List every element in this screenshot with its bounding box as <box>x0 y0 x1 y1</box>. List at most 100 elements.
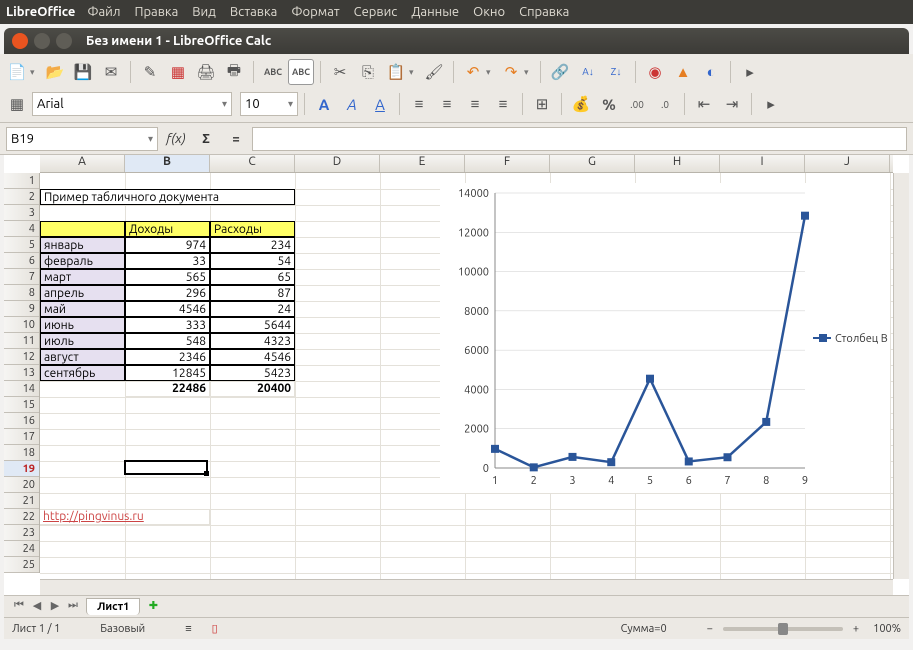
function-wizard-button[interactable]: f(x) <box>164 127 188 151</box>
status-style: Базовый <box>100 623 145 635</box>
navigator-button[interactable]: ▲ <box>670 59 696 85</box>
menu-view[interactable]: Вид <box>192 5 216 19</box>
menu-tools[interactable]: Сервис <box>354 5 398 19</box>
zoom-in-button[interactable]: + <box>853 623 859 635</box>
sort-asc-button[interactable]: A↓ <box>575 59 601 85</box>
format-paintbrush-button[interactable]: 🖌 <box>421 59 447 85</box>
print-preview-button[interactable]: 🖶 <box>221 59 247 85</box>
svg-text:8000: 8000 <box>464 306 489 318</box>
new-doc-button[interactable]: 📄 <box>4 59 30 85</box>
horizontal-scrollbar[interactable] <box>40 579 893 595</box>
indent-inc-button[interactable]: ⇥ <box>719 91 745 117</box>
zoom-value[interactable]: 100% <box>873 623 901 635</box>
indent-dec-button[interactable]: ⇤ <box>691 91 717 117</box>
svg-text:9: 9 <box>802 475 808 487</box>
cell-cursor <box>124 460 208 475</box>
percent-button[interactable]: % <box>596 91 622 117</box>
vertical-scrollbar[interactable] <box>893 173 909 579</box>
edit-button[interactable]: ✎ <box>137 59 163 85</box>
close-window-button[interactable] <box>12 33 28 49</box>
decimal-add-button[interactable]: .00 <box>624 91 650 117</box>
minimize-window-button[interactable] <box>34 33 50 49</box>
tab-last-button[interactable]: ⏭ <box>64 599 82 615</box>
undo-button[interactable]: ↶ <box>460 59 486 85</box>
svg-text:8: 8 <box>763 475 769 487</box>
svg-text:7: 7 <box>724 475 730 487</box>
print-button[interactable]: 🖨 <box>193 59 219 85</box>
tab-first-button[interactable]: ⏮ <box>10 599 28 615</box>
paste-button[interactable]: 📋 <box>383 59 409 85</box>
spellcheck-button[interactable]: ABC <box>260 59 286 85</box>
zoom-out-button[interactable]: − <box>707 623 713 635</box>
gallery-button[interactable]: ◐ <box>698 59 724 85</box>
currency-button[interactable]: 💰 <box>568 91 594 117</box>
open-button[interactable]: 📂 <box>42 59 68 85</box>
svg-text:2: 2 <box>531 475 537 487</box>
tab-prev-button[interactable]: ◀ <box>28 599 46 615</box>
menu-edit[interactable]: Правка <box>134 5 178 19</box>
svg-text:1: 1 <box>492 475 498 487</box>
svg-text:Столбец B: Столбец B <box>835 333 888 345</box>
hyperlink-button[interactable]: 🔗 <box>547 59 573 85</box>
menu-insert[interactable]: Вставка <box>230 5 277 19</box>
decimal-remove-button[interactable]: .0 <box>652 91 678 117</box>
save-button[interactable]: 💾 <box>70 59 96 85</box>
svg-text:0: 0 <box>483 463 489 475</box>
column-headers[interactable]: ABCDEFGHIJ <box>40 155 893 173</box>
sort-desc-button[interactable]: Z↓ <box>603 59 629 85</box>
svg-text:5: 5 <box>647 475 653 487</box>
styles-button[interactable]: ▦ <box>4 91 30 117</box>
menu-window[interactable]: Окно <box>473 5 505 19</box>
status-sum[interactable]: Сумма=0 <box>621 623 667 635</box>
row-headers[interactable]: 1234567891011121314151617181920212223242… <box>4 173 40 573</box>
embedded-chart[interactable]: 0200040006000800010000120001400012345678… <box>440 183 890 493</box>
font-name-value: Arial <box>37 97 64 111</box>
menu-data[interactable]: Данные <box>411 5 459 19</box>
add-sheet-button[interactable]: ✚ <box>144 599 162 615</box>
svg-text:6000: 6000 <box>464 345 489 357</box>
align-justify-button[interactable]: ≡ <box>490 91 516 117</box>
zoom-slider[interactable] <box>723 627 843 631</box>
menu-format[interactable]: Формат <box>291 5 339 19</box>
font-name-combo[interactable]: Arial ▾ <box>32 92 232 116</box>
svg-text:14000: 14000 <box>458 188 489 200</box>
more-button[interactable]: ▸ <box>737 59 763 85</box>
cut-button[interactable]: ✂ <box>327 59 353 85</box>
cell-reference: B19 <box>11 132 34 146</box>
menu-file[interactable]: Файл <box>87 5 120 19</box>
font-size-value: 10 <box>245 97 260 111</box>
tab-next-button[interactable]: ▶ <box>46 599 64 615</box>
pdf-export-button[interactable]: ▦ <box>165 59 191 85</box>
redo-button[interactable]: ↷ <box>498 59 524 85</box>
toolbar-formatting: ▦ Arial ▾ 10 ▾ A A A ≡ ≡ ≡ ≡ ⊞ 💰 % .00 .… <box>4 88 909 120</box>
name-box[interactable]: B19 ▾ <box>6 127 158 151</box>
maximize-window-button[interactable] <box>56 33 72 49</box>
cells-pane[interactable]: Пример табличного документаДоходыРасходы… <box>40 173 893 579</box>
bold-button[interactable]: A <box>311 91 337 117</box>
autospell-button[interactable]: ABC <box>288 59 314 85</box>
svg-text:6: 6 <box>686 475 692 487</box>
system-menubar: LibreOffice Файл Правка Вид Вставка Форм… <box>0 0 913 24</box>
chart-button[interactable]: ◉ <box>642 59 668 85</box>
align-left-button[interactable]: ≡ <box>406 91 432 117</box>
formula-input[interactable] <box>252 127 907 151</box>
underline-button[interactable]: A <box>367 91 393 117</box>
toolbar-area: 📄▾ 📂 💾 ✉ ✎ ▦ 🖨 🖶 ABC ABC ✂ ⎘ 📋▾ 🖌 ↶▾ ↷▾ … <box>0 54 913 123</box>
svg-text:4: 4 <box>608 475 614 487</box>
menu-help[interactable]: Справка <box>519 5 569 19</box>
more-format-button[interactable]: ▸ <box>758 91 784 117</box>
cell-hyperlink[interactable]: http://pingvinus.ru <box>40 509 210 525</box>
align-center-button[interactable]: ≡ <box>434 91 460 117</box>
italic-button[interactable]: A <box>339 91 365 117</box>
copy-button[interactable]: ⎘ <box>355 59 381 85</box>
sum-button[interactable]: Σ <box>194 127 218 151</box>
spreadsheet-grid[interactable]: ABCDEFGHIJ 12345678910111213141516171819… <box>4 155 909 595</box>
app-name: LibreOffice <box>6 5 75 19</box>
merge-cells-button[interactable]: ⊞ <box>529 91 555 117</box>
sheet-tab-1[interactable]: Лист1 <box>86 598 140 615</box>
toolbar-standard: 📄▾ 📂 💾 ✉ ✎ ▦ 🖨 🖶 ABC ABC ✂ ⎘ 📋▾ 🖌 ↶▾ ↷▾ … <box>4 56 909 88</box>
equals-button[interactable]: = <box>224 127 248 151</box>
font-size-combo[interactable]: 10 ▾ <box>240 92 298 116</box>
email-button[interactable]: ✉ <box>98 59 124 85</box>
align-right-button[interactable]: ≡ <box>462 91 488 117</box>
